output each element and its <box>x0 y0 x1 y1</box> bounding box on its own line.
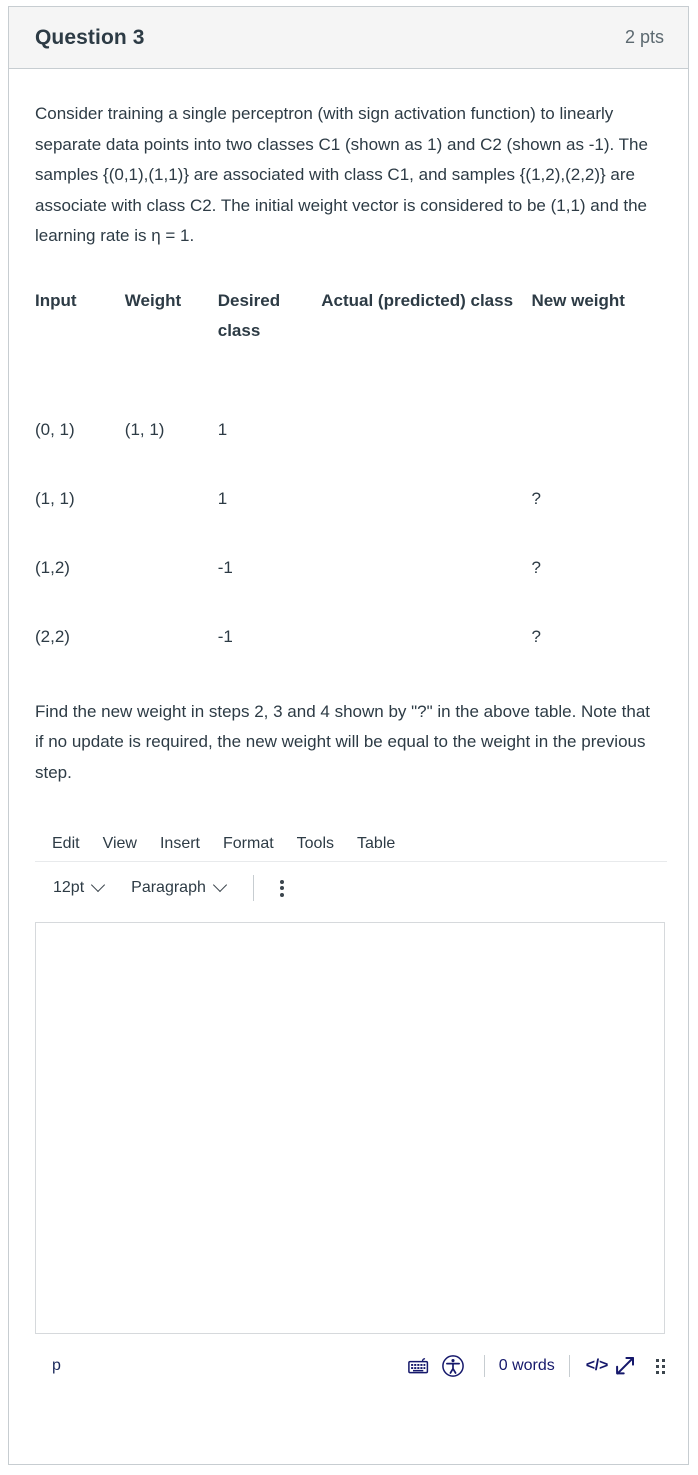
cell-input: (1,2) <box>35 557 70 577</box>
menu-item-view[interactable]: View <box>103 835 137 853</box>
table-header-row: Input Weight Desired class Actual (predi… <box>35 286 635 415</box>
font-size-dropdown[interactable]: 12pt <box>53 877 106 897</box>
cell-new-weight <box>531 415 635 484</box>
menu-item-format[interactable]: Format <box>223 835 274 853</box>
cell-desired: 1 <box>217 419 228 439</box>
resize-arrow-icon[interactable] <box>608 1352 642 1380</box>
editor-menubar: Edit View Insert Format Tools Table <box>35 826 667 862</box>
question-body: Consider training a single perceptron (w… <box>9 69 688 1386</box>
status-divider <box>483 1355 485 1377</box>
cell-input: (1, 1) <box>35 488 75 508</box>
cell-desired: -1 <box>217 626 233 646</box>
cell-new-weight: ? <box>531 557 541 577</box>
cell-input: (0, 1) <box>35 419 75 439</box>
question-header: Question 3 2 pts <box>9 7 688 69</box>
cell-actual <box>321 553 531 622</box>
cell-weight <box>125 484 218 553</box>
html-editor-icon[interactable]: </> <box>586 1357 609 1375</box>
column-header-input: Input <box>35 290 77 310</box>
question-prompt: Consider training a single perceptron (w… <box>35 104 648 245</box>
cell-input: (2,2) <box>35 626 70 646</box>
menu-item-insert[interactable]: Insert <box>160 835 200 853</box>
table-body: (0, 1) (1, 1) 1 (1, 1) 1 ? (1,2) -1 ? (2… <box>35 415 635 691</box>
element-path[interactable]: p <box>35 1357 61 1375</box>
table-row: (0, 1) (1, 1) 1 <box>35 415 635 484</box>
cell-weight <box>125 553 218 622</box>
question-card: Question 3 2 pts Consider training a sin… <box>8 6 689 1465</box>
question-instruction: Find the new weight in steps 2, 3 and 4 … <box>35 701 651 782</box>
column-header-desired-class: Desired class <box>217 290 281 340</box>
cell-new-weight: ? <box>531 626 541 646</box>
cell-new-weight: ? <box>531 488 541 508</box>
status-divider <box>568 1355 570 1377</box>
cell-actual <box>321 622 531 691</box>
cell-actual <box>321 415 531 484</box>
drag-handle-icon[interactable] <box>656 1358 665 1374</box>
block-format-dropdown[interactable]: Paragraph <box>131 877 227 897</box>
editor-text-area[interactable] <box>35 922 665 1334</box>
chevron-down-icon <box>91 877 106 893</box>
font-size-value: 12pt <box>53 879 85 896</box>
status-bar-right: 0 words </> <box>402 1352 667 1380</box>
keyboard-icon[interactable] <box>402 1352 436 1380</box>
cell-desired: -1 <box>217 557 233 577</box>
cell-weight <box>125 622 218 691</box>
editor-toolbar: 12pt Paragraph <box>35 862 667 914</box>
page-title: Question 3 <box>35 25 145 49</box>
menu-item-tools[interactable]: Tools <box>297 835 334 853</box>
rich-content-editor: Edit View Insert Format Tools Table 12pt… <box>35 826 667 1386</box>
table-header-spacer <box>35 346 635 415</box>
column-header-actual-class: Actual (predicted) class <box>321 290 514 310</box>
column-header-new-weight: New weight <box>531 290 625 310</box>
column-header-weight: Weight <box>124 290 182 310</box>
table-row: (1,2) -1 ? <box>35 553 635 622</box>
cell-actual <box>321 484 531 553</box>
block-format-value: Paragraph <box>131 879 206 896</box>
editor-status-bar: p 0 words </> <box>35 1346 667 1386</box>
table-row: (2,2) -1 ? <box>35 622 635 691</box>
menu-item-edit[interactable]: Edit <box>52 835 80 853</box>
accessibility-icon[interactable] <box>436 1352 470 1380</box>
menu-item-table[interactable]: Table <box>357 835 395 853</box>
more-options-kebab-icon[interactable] <box>279 879 284 897</box>
word-count[interactable]: 0 words <box>499 1357 555 1375</box>
perceptron-table: Input Weight Desired class Actual (predi… <box>35 286 635 691</box>
cell-desired: 1 <box>217 488 228 508</box>
question-points: 2 pts <box>624 27 664 47</box>
toolbar-divider <box>252 875 254 901</box>
chevron-down-icon <box>212 877 227 893</box>
cell-weight: (1, 1) <box>124 419 165 439</box>
table-row: (1, 1) 1 ? <box>35 484 635 553</box>
